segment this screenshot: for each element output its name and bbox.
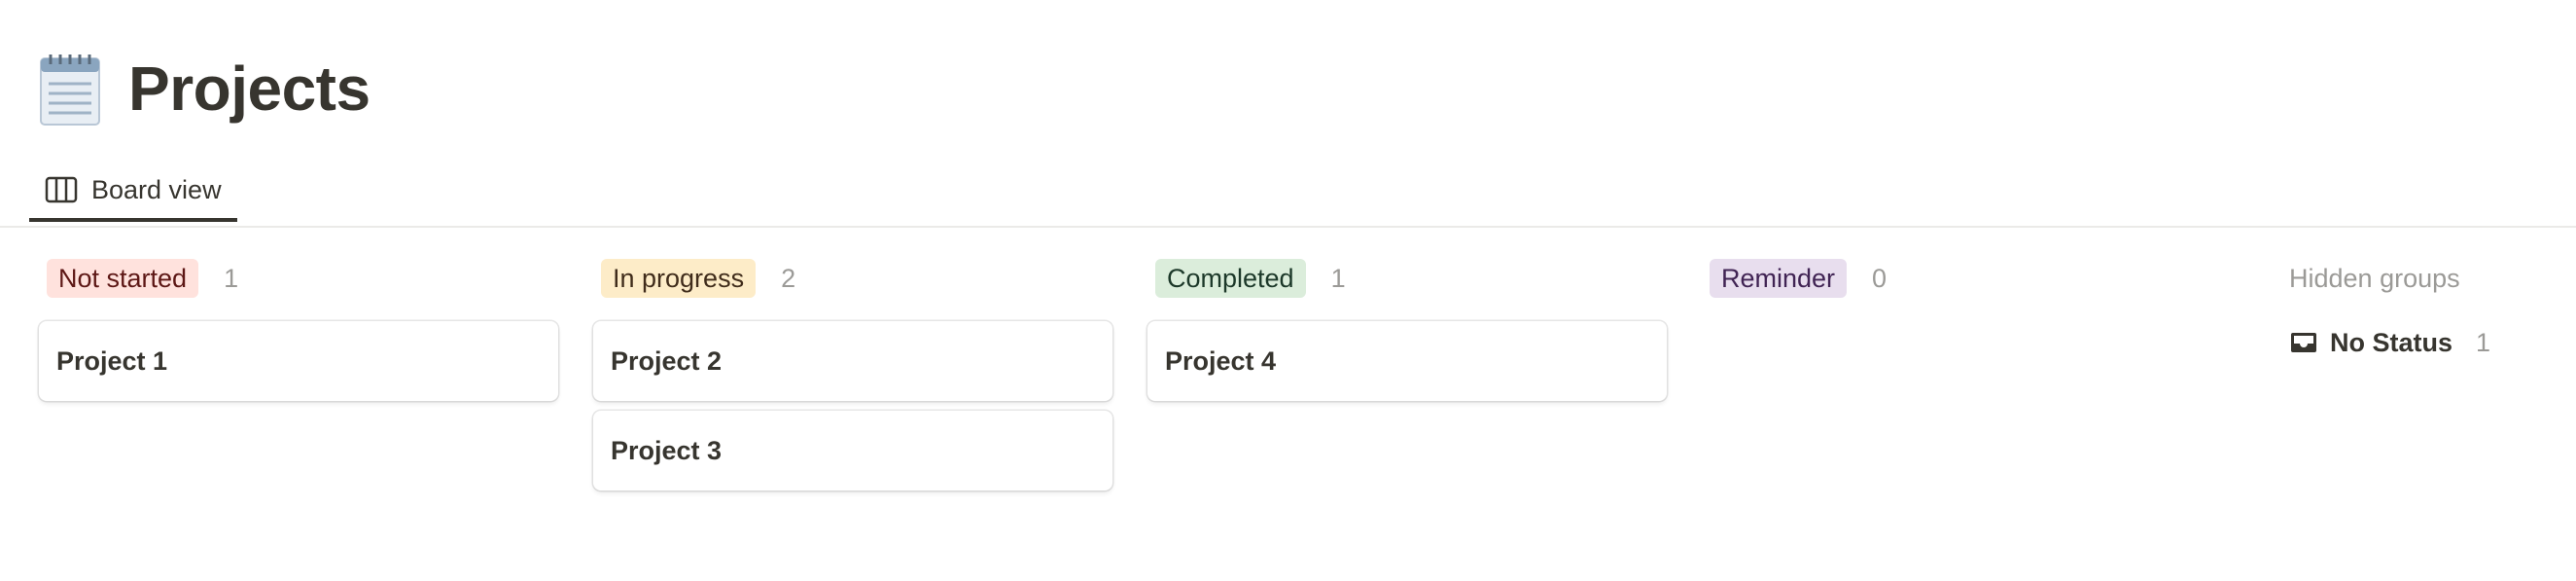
column-count: 1 bbox=[224, 263, 239, 293]
tab-board-view[interactable]: Board view bbox=[29, 162, 237, 222]
notion-page: Projects Board view Not started 1 Projec… bbox=[0, 0, 2576, 581]
card-title: Project 1 bbox=[56, 345, 168, 376]
inbox-icon bbox=[2291, 333, 2316, 352]
column-header[interactable]: Not started 1 bbox=[39, 255, 558, 302]
tabs-divider bbox=[0, 226, 2576, 228]
column-header[interactable]: Reminder 0 bbox=[1702, 255, 2221, 302]
hidden-group-no-status[interactable]: No Status 1 bbox=[2289, 321, 2571, 364]
tab-label: Board view bbox=[91, 174, 222, 204]
status-badge: Completed bbox=[1155, 259, 1306, 298]
notepad-icon[interactable] bbox=[39, 51, 103, 127]
column-count: 0 bbox=[1872, 263, 1888, 293]
hidden-groups-title: Hidden groups bbox=[2289, 263, 2460, 293]
board-column-in-progress: In progress 2 Project 2 Project 3 bbox=[593, 255, 1112, 490]
status-badge: Reminder bbox=[1710, 259, 1848, 298]
board-card[interactable]: Project 3 bbox=[593, 411, 1112, 490]
board-card[interactable]: Project 2 bbox=[593, 321, 1112, 401]
column-header[interactable]: In progress 2 bbox=[593, 255, 1112, 302]
card-title: Project 3 bbox=[611, 435, 723, 465]
card-list: Project 2 Project 3 bbox=[593, 321, 1112, 490]
view-tabs: Board view bbox=[29, 162, 237, 222]
board-card[interactable]: Project 1 bbox=[39, 321, 558, 401]
hidden-groups: Hidden groups No Status 1 bbox=[2289, 255, 2571, 364]
status-badge: In progress bbox=[601, 259, 757, 298]
card-title: Project 2 bbox=[611, 345, 723, 376]
board-column-not-started: Not started 1 Project 1 bbox=[39, 255, 558, 401]
board-card[interactable]: Project 4 bbox=[1147, 321, 1667, 401]
column-count: 1 bbox=[1330, 263, 1346, 293]
card-title: Project 4 bbox=[1165, 345, 1277, 376]
column-count: 2 bbox=[781, 263, 796, 293]
column-header[interactable]: Completed 1 bbox=[1147, 255, 1667, 302]
card-list: Project 1 bbox=[39, 321, 558, 401]
board-columns-icon bbox=[45, 176, 78, 203]
board-column-completed: Completed 1 Project 4 bbox=[1147, 255, 1667, 401]
page-title[interactable]: Projects bbox=[128, 57, 371, 120]
page-header: Projects bbox=[39, 51, 371, 127]
status-badge: Not started bbox=[47, 259, 199, 298]
board-column-reminder: Reminder 0 bbox=[1702, 255, 2221, 321]
hidden-group-label: No Status bbox=[2330, 327, 2453, 357]
hidden-group-count: 1 bbox=[2476, 327, 2491, 357]
card-list: Project 4 bbox=[1147, 321, 1667, 401]
